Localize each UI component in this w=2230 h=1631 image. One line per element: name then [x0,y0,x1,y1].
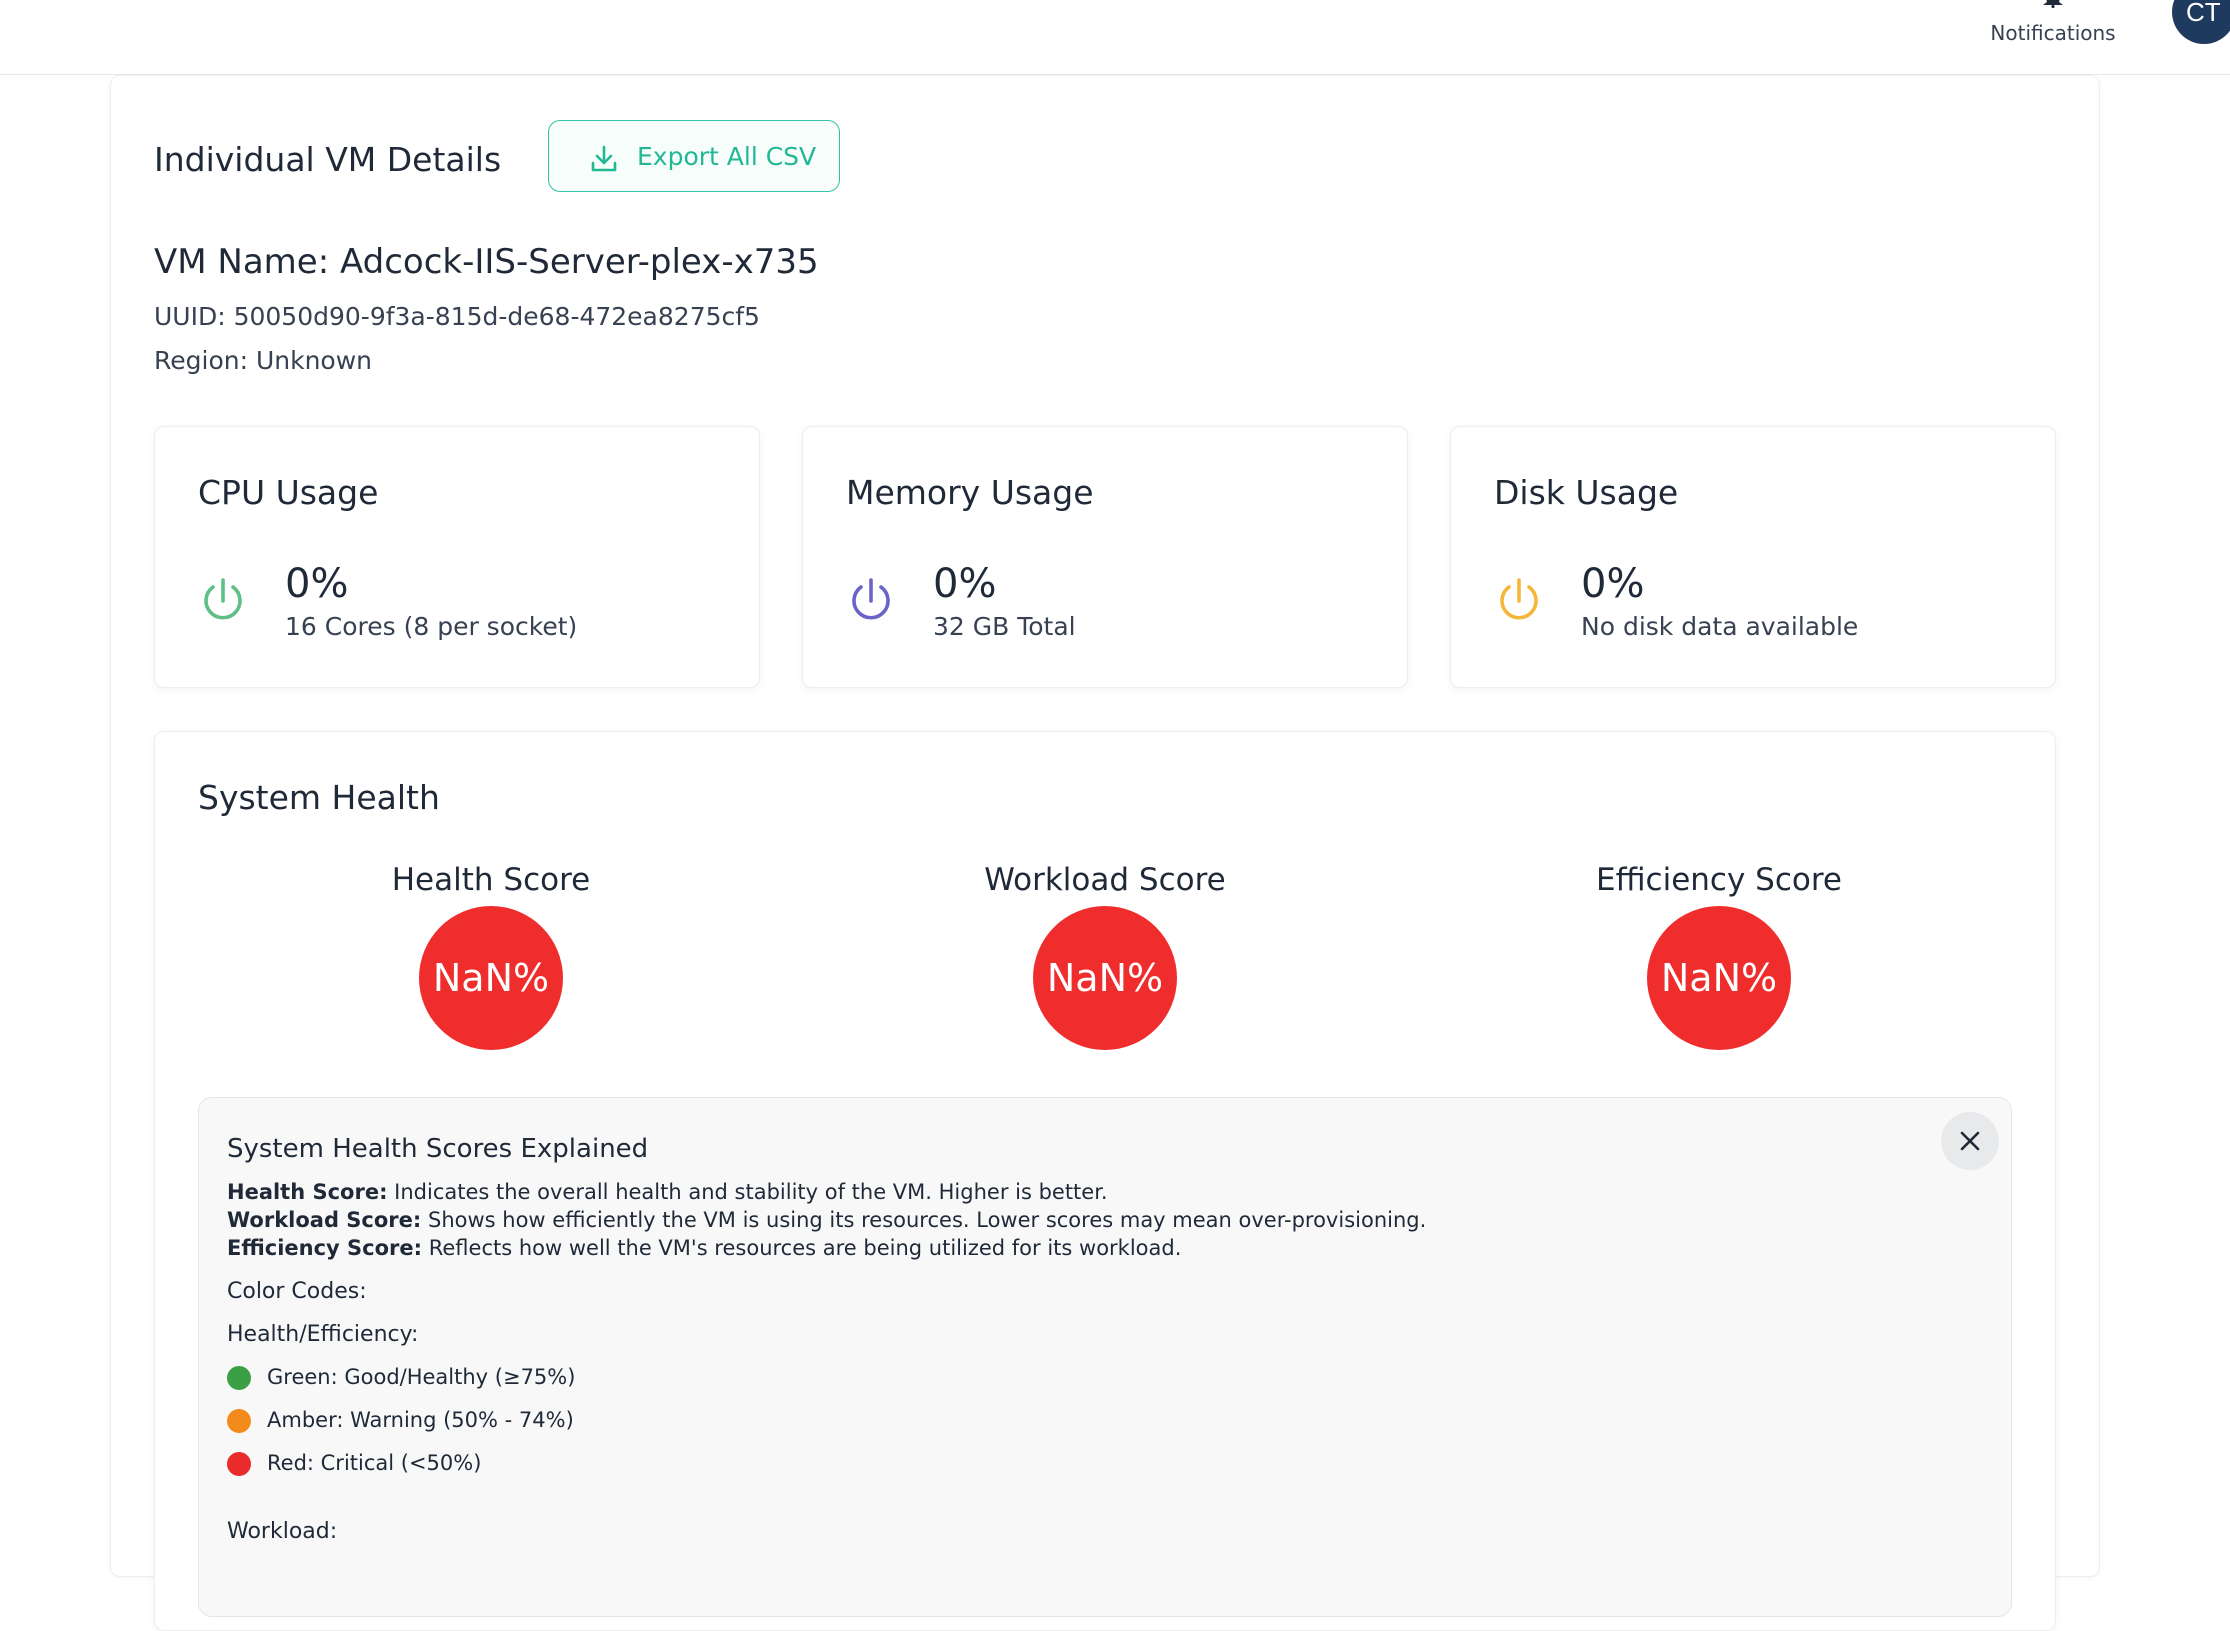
workload-label: Workload: [227,1519,338,1544]
workload-score-description: Workload Score: Shows how efficiently th… [227,1208,1426,1232]
disk-usage-detail: No disk data available [1581,612,1859,641]
card-title: Memory Usage [846,473,1094,512]
disk-usage-value: 0% [1581,561,1645,607]
card-title: CPU Usage [198,473,379,512]
legend-text: Red: Critical (<50%) [267,1451,482,1475]
system-health-card: System Health Health Score NaN% Workload… [154,731,2056,1631]
cpu-usage-value: 0% [285,561,349,607]
health-score: Health Score NaN% [291,862,691,1050]
memory-usage-value: 0% [933,561,997,607]
power-icon [852,578,890,620]
score-label: Health Score [391,862,591,898]
power-icon [1500,578,1538,620]
red-dot-icon [227,1452,251,1476]
notifications-label: Notifications [1990,21,2116,45]
legend-text: Amber: Warning (50% - 74%) [267,1408,574,1432]
efficiency-score: Efficiency Score NaN% [1519,862,1919,1050]
score-label: Efficiency Score [1595,862,1842,898]
card-title: Disk Usage [1494,473,1679,512]
description-term: Efficiency Score: [227,1236,423,1260]
health-score-description: Health Score: Indicates the overall heal… [227,1180,1108,1204]
legend-text: Green: Good/Healthy (≥75%) [267,1365,576,1389]
system-health-title: System Health [198,778,440,817]
notifications-button[interactable]: Notifications [1968,0,2138,60]
power-icon [204,578,242,620]
score-badge: NaN% [1033,906,1177,1050]
memory-usage-detail: 32 GB Total [933,612,1076,641]
color-codes-label: Color Codes: [227,1279,367,1304]
green-dot-icon [227,1366,251,1390]
efficiency-score-description: Efficiency Score: Reflects how well the … [227,1236,1181,1260]
top-bar: Notifications CT [0,0,2230,75]
memory-usage-card: Memory Usage 0% 32 GB Total [802,426,1408,688]
score-badge: NaN% [1647,906,1791,1050]
close-icon [1960,1131,1980,1151]
cpu-usage-card: CPU Usage 0% 16 Cores (8 per socket) [154,426,760,688]
cpu-usage-detail: 16 Cores (8 per socket) [285,612,578,641]
close-button[interactable] [1941,1112,1999,1170]
export-button-label: Export All CSV [637,142,817,171]
vm-details-panel: Individual VM Details Export All CSV VM … [110,75,2100,1631]
workload-score: Workload Score NaN% [905,862,1305,1050]
avatar[interactable]: CT [2172,0,2230,44]
vm-name: VM Name: Adcock-IIS-Server-plex-x735 [154,242,819,282]
download-icon [591,145,617,172]
description-text: Indicates the overall health and stabili… [387,1180,1108,1204]
amber-dot-icon [227,1409,251,1433]
description-text: Reflects how well the VM's resources are… [422,1236,1182,1260]
description-term: Health Score: [227,1180,388,1204]
health-efficiency-label: Health/Efficiency: [227,1322,419,1347]
vm-region: Region: Unknown [154,346,373,375]
description-term: Workload Score: [227,1208,422,1232]
score-label: Workload Score [984,862,1226,898]
disk-usage-card: Disk Usage 0% No disk data available [1450,426,2056,688]
vm-uuid: UUID: 50050d90-9f3a-815d-de68-472ea8275c… [154,302,760,331]
bell-icon [2043,0,2063,8]
scores-explained-box: System Health Scores Explained Health Sc… [198,1097,2012,1617]
score-badge: NaN% [419,906,563,1050]
page-title: Individual VM Details [154,140,502,179]
export-csv-button[interactable]: Export All CSV [548,120,840,192]
description-text: Shows how efficiently the VM is using it… [421,1208,1427,1232]
scores-explained-title: System Health Scores Explained [227,1134,649,1164]
